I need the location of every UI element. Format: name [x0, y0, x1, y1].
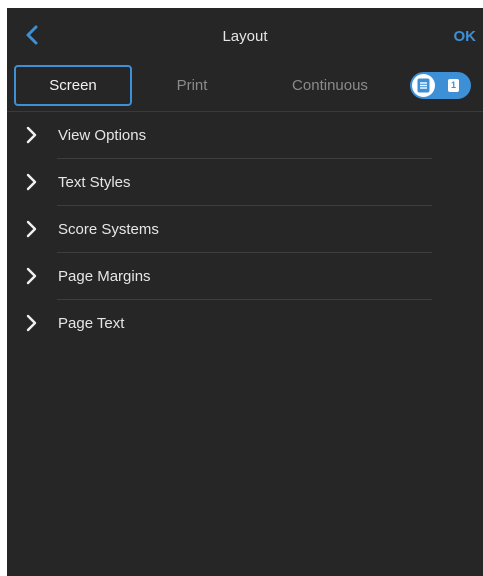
section-label: Score Systems [58, 221, 159, 238]
section-page-margins[interactable]: Page Margins [7, 253, 483, 300]
section-list: View Options Text Styles Score Systems P… [7, 112, 483, 347]
section-label: View Options [58, 127, 147, 144]
tab-continuous[interactable]: Continuous [275, 65, 385, 105]
section-page-text[interactable]: Page Text [7, 300, 483, 347]
chevron-right-icon [26, 267, 37, 285]
tab-print[interactable]: Print [157, 65, 227, 105]
layout-panel: Layout OK Screen Print Continuous 1 View… [7, 8, 483, 576]
ok-button[interactable]: OK [454, 28, 477, 45]
section-label: Page Text [58, 315, 125, 332]
header: Layout OK [7, 8, 483, 68]
toggle-knob [412, 74, 435, 97]
tab-screen[interactable]: Screen [14, 65, 132, 106]
page-title: Layout [222, 28, 268, 45]
chevron-right-icon [26, 314, 37, 332]
section-text-styles[interactable]: Text Styles [7, 159, 483, 206]
page-number-icon: 1 [448, 79, 459, 92]
chevron-right-icon [26, 220, 37, 238]
section-view-options[interactable]: View Options [7, 112, 483, 159]
chevron-right-icon [26, 126, 37, 144]
view-mode-toggle[interactable]: 1 [410, 72, 471, 99]
section-score-systems[interactable]: Score Systems [7, 206, 483, 253]
section-label: Page Margins [58, 268, 151, 285]
document-icon [417, 78, 430, 93]
section-label: Text Styles [58, 174, 131, 191]
chevron-right-icon [26, 173, 37, 191]
page-number-text: 1 [450, 80, 456, 90]
